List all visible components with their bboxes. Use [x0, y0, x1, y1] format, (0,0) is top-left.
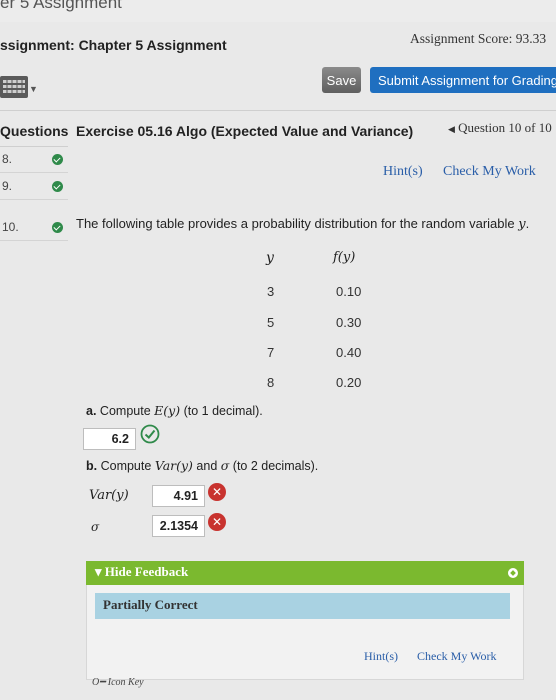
part-b-expression: Var(y)	[154, 458, 193, 473]
page-title-fragment: er 5 Assignment	[0, 0, 122, 12]
submit-assignment-button[interactable]: Submit Assignment for Grading	[370, 67, 556, 93]
problem-intro-variable: y	[518, 217, 526, 232]
keyboard-icon[interactable]	[0, 74, 30, 102]
feedback-toggle-label: ▾ Hide Feedback	[95, 564, 189, 579]
part-b-text-mid: and	[196, 459, 218, 473]
std-dev-label: σ	[91, 520, 100, 534]
variance-label: Var(y)	[89, 488, 129, 503]
collapse-icon[interactable]	[508, 568, 518, 578]
assignment-score: Assignment Score: 93.33	[410, 31, 547, 46]
sidebar-item-10[interactable]: 10.	[0, 214, 68, 240]
feedback-toggle-text: Hide Feedback	[104, 564, 189, 579]
save-button[interactable]: Save	[322, 67, 361, 93]
sidebar-item-9[interactable]: 9.	[0, 173, 68, 199]
part-b-text-after: (to 2 decimals).	[232, 459, 319, 473]
question-nav-label: Question 10 of 10	[458, 120, 552, 135]
check-circle-icon	[140, 424, 160, 444]
table-cell-y: 3	[267, 284, 275, 299]
feedback-result: Partially Correct	[95, 593, 510, 619]
std-dev-answer[interactable]: 2.1354	[152, 515, 205, 537]
expected-value-answer[interactable]: 6.2	[83, 428, 136, 450]
sidebar-item-8[interactable]: 8.	[0, 146, 68, 172]
part-b-text: Compute	[100, 459, 152, 473]
problem-intro-text: The following table provides a probabili…	[76, 216, 515, 231]
sidebar-separator	[0, 240, 68, 241]
table-cell-y: 5	[267, 315, 275, 330]
part-a-prompt: a. Compute E(y) (to 1 decimal).	[86, 403, 263, 418]
problem-intro: The following table provides a probabili…	[76, 216, 529, 232]
x-circle-icon: ✕	[208, 513, 226, 531]
table-cell-fy: 0.20	[336, 375, 362, 390]
browser-tab-strip: er 5 Assignment	[0, 0, 556, 22]
icon-key[interactable]: O━ Icon Key	[92, 677, 144, 688]
table-header-fy: f(y)	[333, 250, 356, 265]
hint-link[interactable]: Hint(s)	[383, 164, 423, 180]
assignment-title: ssignment: Chapter 5 Assignment	[0, 37, 227, 53]
part-a-expression: E(y)	[154, 403, 181, 418]
table-cell-fy: 0.10	[336, 284, 362, 299]
table-cell-fy: 0.40	[336, 345, 362, 360]
part-a-text-after: (to 1 decimal).	[183, 404, 263, 418]
check-circle-icon	[52, 181, 63, 192]
table-cell-y: 7	[267, 345, 275, 360]
chevron-left-icon[interactable]: ◀	[448, 124, 455, 134]
part-b-prefix: b.	[86, 459, 98, 473]
variance-answer[interactable]: 4.91	[152, 485, 205, 507]
x-circle-icon: ✕	[208, 483, 226, 501]
questions-sidebar-label: Questions	[0, 123, 69, 139]
key-icon: O━	[92, 677, 106, 688]
part-a-prefix: a.	[86, 404, 97, 418]
exercise-title: Exercise 05.16 Algo (Expected Value and …	[76, 123, 414, 139]
sidebar-item-number: 9.	[2, 179, 13, 193]
problem-intro-end: .	[525, 216, 530, 231]
icon-key-label: Icon Key	[107, 677, 144, 688]
header-divider	[0, 110, 556, 111]
sidebar-separator	[0, 199, 68, 200]
check-my-work-link[interactable]: Check My Work	[443, 164, 536, 180]
part-a-text: Compute	[99, 404, 151, 418]
sidebar-item-number: 8.	[2, 152, 13, 166]
question-nav[interactable]: ◀ Question 10 of 10	[448, 120, 552, 136]
check-circle-icon	[52, 154, 63, 165]
part-b-sigma: σ	[220, 458, 230, 473]
chevron-down-icon[interactable]: ▼	[29, 84, 38, 94]
feedback-toggle[interactable]: ▾ Hide Feedback	[86, 561, 524, 585]
check-my-work-link[interactable]: Check My Work	[417, 649, 496, 664]
check-circle-icon	[52, 222, 63, 233]
part-b-prompt: b. Compute Var(y) and σ (to 2 decimals).	[86, 458, 318, 473]
table-cell-y: 8	[267, 375, 275, 390]
sidebar-item-number: 10.	[2, 220, 19, 234]
hint-link[interactable]: Hint(s)	[364, 649, 398, 664]
table-cell-fy: 0.30	[336, 315, 362, 330]
table-header-y: y	[266, 250, 274, 266]
